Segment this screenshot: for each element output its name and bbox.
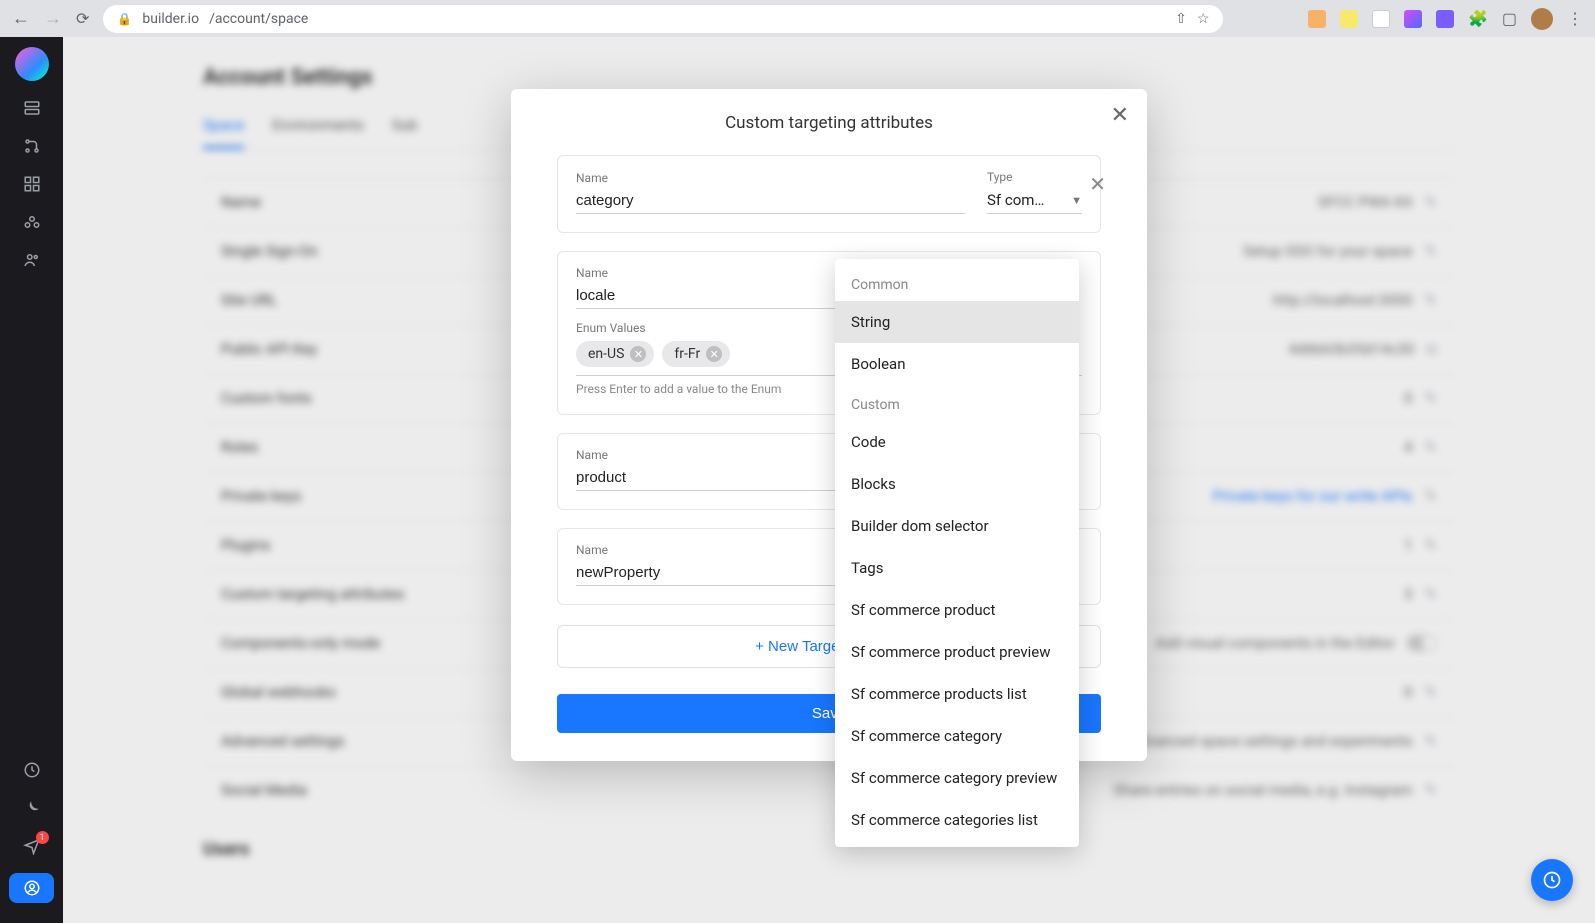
nav-icon-clock[interactable] xyxy=(21,759,43,781)
nav-icon-notifications[interactable] xyxy=(21,835,43,857)
dropdown-item[interactable]: Tags xyxy=(835,547,1079,589)
reload-icon[interactable]: ⟳ xyxy=(76,9,89,28)
ext-icon-4[interactable] xyxy=(1404,10,1422,28)
modal-overlay: ✕ Custom targeting attributes Name Type … xyxy=(63,37,1595,923)
nav-icon-models[interactable] xyxy=(21,135,43,157)
remove-chip-icon[interactable]: ✕ xyxy=(706,346,722,362)
nav-account-button[interactable] xyxy=(9,873,54,903)
name-label: Name xyxy=(576,448,866,462)
extension-icons: 🧩 ▢ ⋮ xyxy=(1308,8,1583,30)
star-icon[interactable]: ☆ xyxy=(1197,11,1210,27)
attr-card: Name Type Sf com… ▼ ✕ xyxy=(557,155,1101,233)
dropdown-item[interactable]: Boolean xyxy=(835,343,1079,385)
name-label: Name xyxy=(576,171,965,185)
dropdown-item[interactable]: Sf commerce product preview xyxy=(835,631,1079,673)
address-bar[interactable]: 🔒 builder.io/account/space ⇧ ☆ xyxy=(103,5,1223,33)
builder-logo[interactable] xyxy=(15,47,49,81)
enum-chip: en-US ✕ xyxy=(576,341,654,367)
delete-attr-icon[interactable]: ✕ xyxy=(1089,172,1106,196)
dropdown-item[interactable]: Sf commerce category preview xyxy=(835,757,1079,799)
dropdown-item[interactable]: Sf commerce products list xyxy=(835,673,1079,715)
dropdown-item[interactable]: Blocks xyxy=(835,463,1079,505)
attr-name-input[interactable] xyxy=(576,188,965,214)
type-select[interactable]: Sf com… ▼ xyxy=(987,187,1082,214)
dropdown-item[interactable]: Sf commerce categories list xyxy=(835,799,1079,841)
enum-chip: fr-Fr ✕ xyxy=(662,341,730,367)
browser-chrome: ← → ⟳ 🔒 builder.io/account/space ⇧ ☆ 🧩 ▢… xyxy=(0,0,1595,37)
modal-title: Custom targeting attributes xyxy=(557,113,1101,133)
remove-chip-icon[interactable]: ✕ xyxy=(630,346,646,362)
dropdown-item[interactable]: Code xyxy=(835,421,1079,463)
dropdown-item[interactable]: Sf commerce category xyxy=(835,715,1079,757)
name-label: Name xyxy=(576,543,866,557)
ext-icon-5[interactable] xyxy=(1436,10,1454,28)
forward-icon[interactable]: → xyxy=(44,8,62,29)
attr-name-input[interactable] xyxy=(576,283,866,309)
share-icon[interactable]: ⇧ xyxy=(1175,11,1187,27)
url-host: builder.io xyxy=(142,11,199,27)
ext-icon-1[interactable] xyxy=(1308,10,1326,28)
attr-name-input[interactable] xyxy=(576,465,866,491)
name-label: Name xyxy=(576,266,866,280)
chevron-down-icon: ▼ xyxy=(1071,194,1082,207)
dropdown-item[interactable]: Builder dom selector xyxy=(835,505,1079,547)
extensions-icon[interactable]: 🧩 xyxy=(1468,9,1488,28)
ext-icon-2[interactable] xyxy=(1340,10,1358,28)
type-value: Sf com… xyxy=(987,191,1044,209)
dropdown-group-common: Common xyxy=(835,265,1079,301)
type-dropdown: Common String Boolean Custom Code Blocks… xyxy=(835,259,1079,847)
dropdown-item[interactable]: String xyxy=(835,301,1079,343)
ext-icon-3[interactable] xyxy=(1372,10,1390,28)
help-fab[interactable] xyxy=(1531,859,1573,901)
nav-icon-people[interactable] xyxy=(21,249,43,271)
nav-icon-apps[interactable] xyxy=(21,173,43,195)
nav-icon-settings[interactable] xyxy=(21,211,43,233)
nav-icon-theme[interactable] xyxy=(21,797,43,819)
chrome-menu-icon[interactable]: ⋮ xyxy=(1567,9,1583,28)
dropdown-group-custom: Custom xyxy=(835,385,1079,421)
attr-name-input[interactable] xyxy=(576,560,866,586)
dropdown-item[interactable]: Sf commerce product xyxy=(835,589,1079,631)
type-label: Type xyxy=(987,170,1082,184)
panel-icon[interactable]: ▢ xyxy=(1502,9,1517,28)
profile-avatar[interactable] xyxy=(1531,8,1553,30)
back-icon[interactable]: ← xyxy=(12,8,30,29)
url-path: /account/space xyxy=(209,11,308,27)
app-sidebar xyxy=(0,37,63,923)
main-area: Account Settings Space Environments Sub … xyxy=(63,37,1595,923)
nav-icon-content[interactable] xyxy=(21,97,43,119)
lock-icon: 🔒 xyxy=(117,12,132,26)
close-icon[interactable]: ✕ xyxy=(1111,103,1129,128)
